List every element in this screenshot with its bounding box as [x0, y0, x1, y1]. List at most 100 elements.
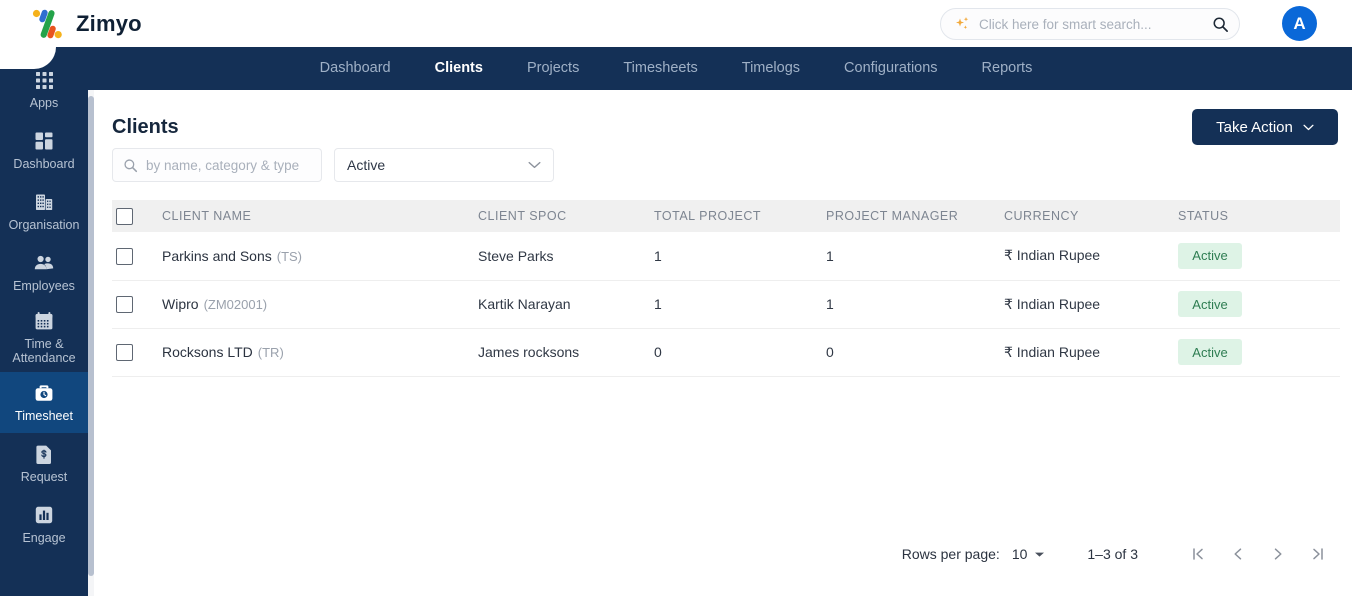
- left-sidebar: Apps Dashboard Organisation Employees Time &…: [0, 47, 88, 596]
- dashboard-blocks-icon: [33, 130, 55, 152]
- sidebar-item-dashboard[interactable]: Dashboard: [0, 120, 88, 181]
- cell-client-spoc: Kartik Narayan: [474, 280, 650, 329]
- filter-row: Active: [112, 148, 554, 182]
- client-search-box[interactable]: [112, 148, 323, 182]
- top-header-bar: Zimyo A: [0, 0, 1352, 47]
- bar-chart-icon: [33, 504, 55, 526]
- row-select-cell: [112, 232, 158, 281]
- client-name-text: Parkins and Sons: [162, 247, 272, 264]
- cell-client-name: Wipro (ZM02001): [158, 280, 474, 329]
- header-client-name[interactable]: CLIENT NAME: [158, 200, 474, 232]
- rows-per-page-value: 10: [1011, 546, 1028, 562]
- status-badge: Active: [1178, 291, 1242, 317]
- select-all-cell: [112, 200, 158, 232]
- header-status[interactable]: STATUS: [1174, 200, 1340, 232]
- table-row[interactable]: Wipro (ZM02001) Kartik Narayan 1 1 ₹ Indian R…: [112, 280, 1340, 329]
- cell-status: Active: [1174, 232, 1340, 281]
- header-project-manager[interactable]: PROJECT MANAGER: [822, 200, 1000, 232]
- page-title: Clients: [112, 116, 179, 138]
- client-code-text: (TR): [257, 345, 284, 360]
- row-checkbox[interactable]: [116, 343, 133, 361]
- select-all-checkbox[interactable]: [116, 207, 133, 225]
- table-row[interactable]: Rocksons LTD (TR) James rocksons 0 0 ₹ Indian…: [112, 328, 1340, 377]
- table-header-row: CLIENT NAME CLIENT SPOC TOTAL PROJECT PR…: [112, 200, 1340, 232]
- row-checkbox[interactable]: [116, 247, 133, 265]
- row-select-cell: [112, 280, 158, 329]
- cell-client-name: Rocksons LTD (TR): [158, 328, 474, 377]
- pagination: Rows per page: 10 1–3 of 3: [902, 538, 1338, 570]
- rows-per-page-select[interactable]: 10: [1012, 546, 1046, 562]
- next-page-button[interactable]: [1258, 538, 1298, 570]
- cell-status: Active: [1174, 328, 1340, 377]
- rows-per-page-label: Rows per page:: [901, 546, 1000, 562]
- sidebar-item-label: Timesheet: [15, 409, 73, 424]
- table-body: Parkins and Sons (TS) Steve Parks 1 1 ₹ India…: [112, 232, 1340, 377]
- nav-item-reports[interactable]: Reports: [960, 47, 1055, 90]
- smart-search-bar[interactable]: [940, 8, 1240, 40]
- cell-total-project: 0: [650, 328, 822, 377]
- take-action-label: Take Action: [1216, 118, 1293, 136]
- sidebar-item-label: Employees: [13, 279, 75, 294]
- nav-item-clients[interactable]: Clients: [413, 47, 505, 90]
- status-filter-value: Active: [347, 157, 386, 173]
- main-nav-bar: Dashboard Clients Projects Timesheets Timelo…: [0, 47, 1352, 90]
- previous-page-button[interactable]: [1218, 538, 1258, 570]
- cell-total-project: 1: [650, 232, 822, 281]
- grid-dots-icon: [33, 69, 55, 91]
- sparkle-icon: [956, 17, 969, 29]
- nav-item-timesheets[interactable]: Timesheets: [601, 47, 719, 90]
- client-code-text: (TS): [276, 248, 303, 264]
- chevron-down-icon: [1035, 552, 1045, 557]
- people-icon: [33, 252, 55, 274]
- search-icon[interactable]: [1212, 16, 1229, 33]
- status-badge: Active: [1178, 242, 1242, 269]
- header-total-project[interactable]: TOTAL PROJECT: [650, 200, 822, 232]
- status-filter-select[interactable]: Active: [334, 148, 554, 182]
- nav-item-timelogs[interactable]: Timelogs: [720, 47, 822, 90]
- chevron-down-icon: [1303, 124, 1314, 130]
- cell-project-manager: 1: [822, 280, 1000, 329]
- cell-project-manager: 1: [822, 232, 1000, 281]
- take-action-button[interactable]: Take Action: [1192, 109, 1338, 145]
- main-content: Clients Take Action Active: [94, 90, 1352, 596]
- content-scrollbar-thumb[interactable]: [88, 96, 94, 576]
- cell-status: Active: [1174, 280, 1340, 329]
- cell-currency: ₹ Indian Rupee: [1000, 232, 1174, 281]
- client-search-input[interactable]: [138, 157, 323, 173]
- cell-currency: ₹ Indian Rupee: [1000, 328, 1174, 377]
- brand-logo[interactable]: Zimyo: [30, 4, 142, 44]
- sidebar-item-label: Time & Attendance: [12, 337, 76, 366]
- sidebar-item-organisation[interactable]: Organisation: [0, 181, 88, 242]
- header-currency[interactable]: CURRENCY: [1000, 200, 1174, 232]
- sidebar-item-label: Engage: [22, 531, 66, 546]
- chevron-right-icon: [1274, 548, 1282, 560]
- client-code-text: (ZM02001): [203, 297, 268, 312]
- nav-item-dashboard[interactable]: Dashboard: [298, 47, 413, 90]
- client-name-text: Wipro: [162, 296, 199, 312]
- sidebar-item-label: Organisation: [8, 218, 80, 233]
- brand-name: Zimyo: [76, 11, 142, 36]
- sidebar-item-timesheet[interactable]: Timesheet: [0, 371, 88, 433]
- row-select-cell: [112, 328, 158, 377]
- sidebar-item-employees[interactable]: Employees: [0, 242, 88, 303]
- nav-items: Dashboard Clients Projects Timesheets Timelo…: [0, 47, 1352, 90]
- zimyo-percent-logo-icon: [32, 9, 62, 39]
- last-page-button[interactable]: [1298, 538, 1338, 570]
- smart-search-input[interactable]: [971, 16, 1208, 32]
- row-checkbox[interactable]: [116, 295, 133, 313]
- sidebar-item-time-attendance[interactable]: Time & Attendance: [0, 303, 88, 372]
- table-row[interactable]: Parkins and Sons (TS) Steve Parks 1 1 ₹ India…: [112, 232, 1340, 281]
- cell-client-spoc: James rocksons: [474, 328, 650, 377]
- sidebar-item-label: Apps: [29, 96, 59, 111]
- user-avatar[interactable]: A: [1282, 6, 1317, 41]
- sidebar-item-engage[interactable]: Engage: [0, 494, 88, 555]
- sidebar-item-request[interactable]: Request: [0, 433, 88, 494]
- nav-item-configurations[interactable]: Configurations: [822, 47, 960, 90]
- calendar-icon: [33, 310, 55, 332]
- first-page-button[interactable]: [1178, 538, 1218, 570]
- nav-item-projects[interactable]: Projects: [505, 47, 601, 90]
- chevron-down-icon: [528, 161, 541, 169]
- header-client-spoc[interactable]: CLIENT SPOC: [474, 200, 650, 232]
- status-badge: Active: [1178, 339, 1242, 365]
- first-page-icon: [1193, 548, 1203, 560]
